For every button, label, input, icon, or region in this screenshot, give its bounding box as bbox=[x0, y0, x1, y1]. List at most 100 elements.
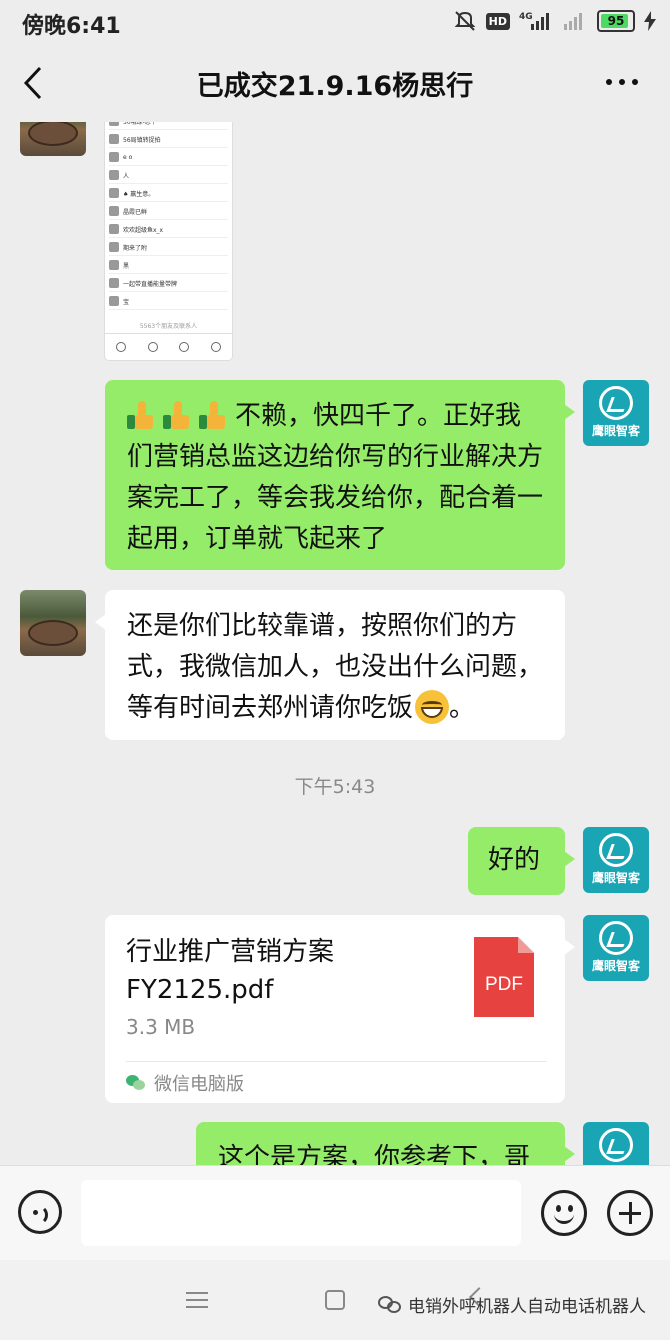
thumbnail-avatar-icon bbox=[109, 242, 119, 252]
image-thumbnail-row-text: 黑 bbox=[123, 262, 130, 270]
thumbnail-avatar-icon bbox=[109, 188, 119, 198]
image-thumbnail-row: 黑 bbox=[109, 257, 228, 274]
image-thumbnail-row: 宝 bbox=[109, 293, 228, 310]
message-input[interactable] bbox=[81, 1180, 521, 1246]
file-name: 行业推广营销方案FY2125.pdf bbox=[126, 937, 335, 1005]
image-thumbnail-row-text: 50哦球-忠平 bbox=[123, 122, 157, 126]
image-thumbnail-row-text: 期来了附 bbox=[123, 244, 148, 252]
image-thumbnail-row-text: 56局镇转捉拍 bbox=[123, 136, 161, 144]
status-time: 傍晚6:41 bbox=[22, 14, 121, 39]
contact-avatar[interactable] bbox=[20, 590, 86, 656]
emoji-button[interactable] bbox=[541, 1190, 587, 1236]
svg-text:4G: 4G bbox=[519, 12, 533, 22]
thumbs-up-icon bbox=[199, 401, 225, 429]
message-bubble-sent[interactable]: 这个是方案，你参考下，哥 bbox=[196, 1122, 575, 1165]
image-thumbnail-row: e o bbox=[109, 149, 228, 166]
image-thumbnail-footer: 5563个朋友及联系人 bbox=[139, 323, 198, 330]
chat-title: 已成交21.9.16杨思行 bbox=[196, 71, 474, 102]
hd-icon: HD bbox=[485, 12, 510, 30]
image-thumbnail-row: 50哦球-忠平 bbox=[109, 122, 228, 130]
message-text-suffix: 。 bbox=[449, 693, 476, 723]
more-functions-button[interactable] bbox=[607, 1190, 653, 1236]
thumbnail-avatar-icon bbox=[109, 122, 119, 126]
image-thumbnail-row: 一起带直播能量带牌 bbox=[109, 275, 228, 292]
message-input-bar bbox=[0, 1165, 670, 1260]
charging-icon bbox=[644, 11, 656, 31]
image-thumbnail-row-text: e o bbox=[123, 153, 133, 161]
my-avatar[interactable]: 鹰眼智客 bbox=[583, 915, 649, 981]
more-dot-icon bbox=[606, 79, 612, 85]
image-thumbnail-nav bbox=[105, 333, 232, 360]
signal-icon: 4G bbox=[519, 12, 549, 30]
message-text: 不赖，快四千了。正好我们营销总监这边给你写的行业解决方案完工了，等会我发给你，配… bbox=[127, 401, 544, 554]
grin-icon bbox=[415, 690, 450, 724]
voice-input-button[interactable] bbox=[18, 1190, 62, 1234]
message-text: 这个是方案，你参考下，哥 bbox=[218, 1143, 531, 1165]
status-icons: HD 4G 95 bbox=[453, 8, 656, 34]
more-options-button[interactable] bbox=[602, 72, 642, 92]
thumbnail-avatar-icon bbox=[109, 278, 119, 288]
eagle-logo-icon bbox=[599, 921, 633, 955]
thumbs-up-icon bbox=[163, 401, 189, 429]
message-bubble-sent[interactable]: 不赖，快四千了。正好我们营销总监这边给你写的行业解决方案完工了，等会我发给你，配… bbox=[105, 380, 575, 570]
pdf-file-icon: PDF bbox=[474, 937, 534, 1017]
pdf-label: PDF bbox=[485, 974, 523, 995]
file-source-label: 微信电脑版 bbox=[154, 1074, 244, 1095]
divider bbox=[126, 1061, 547, 1062]
image-thumbnail-row: 56局镇转捉拍 bbox=[109, 131, 228, 148]
watermark: 电销外呼机器人自动电话机器人 bbox=[378, 1292, 646, 1317]
wechat-official-icon bbox=[378, 1295, 402, 1314]
image-thumbnail-row: ♠ 赢生意。 bbox=[109, 185, 228, 202]
image-thumbnail-row-text: ♠ 赢生意。 bbox=[123, 190, 155, 198]
wechat-icon bbox=[126, 1075, 146, 1091]
my-avatar[interactable]: 鹰眼智客 bbox=[583, 827, 649, 893]
battery-icon: 95 bbox=[597, 10, 635, 32]
image-thumbnail-row-text: 人 bbox=[123, 172, 130, 180]
image-thumbnail-row-text: 宝 bbox=[123, 298, 130, 306]
thumbnail-avatar-icon bbox=[109, 260, 119, 270]
more-dot-icon bbox=[632, 79, 638, 85]
home-icon[interactable] bbox=[325, 1290, 345, 1310]
thumbnail-avatar-icon bbox=[109, 152, 119, 162]
image-thumbnail-row: 欢欢超级鱼x_x bbox=[109, 221, 228, 238]
file-size: 3.3 MB bbox=[126, 1015, 196, 1039]
menu-icon[interactable] bbox=[186, 1292, 208, 1308]
avatar-logo-text: 鹰眼智客 bbox=[591, 959, 640, 973]
eagle-logo-icon bbox=[599, 1128, 633, 1162]
avatar-logo-text: 鹰眼智客 bbox=[591, 871, 640, 885]
battery-level: 95 bbox=[607, 14, 625, 28]
thumbnail-avatar-icon bbox=[109, 206, 119, 216]
image-thumbnail-contacts-list: 50哦球-忠平 56局镇转捉拍 e o 人 ♠ 赢生意。 晶霞已鲜欢欢超级鱼x_x 期来了附… bbox=[105, 122, 232, 310]
message-bubble-received[interactable]: 还是你们比较靠谱，按照你们的方式，我微信加人，也没出什么问题，等有时间去郑州请你… bbox=[95, 590, 565, 740]
my-avatar[interactable]: 鹰眼智客 bbox=[583, 1122, 649, 1165]
eagle-logo-icon bbox=[599, 386, 633, 420]
thumbs-up-icon bbox=[127, 401, 153, 429]
title-bar: 已成交21.9.16杨思行 bbox=[0, 42, 670, 122]
mute-icon bbox=[454, 11, 476, 31]
signal-weak-icon bbox=[564, 13, 582, 30]
watermark-text: 电销外呼机器人自动电话机器人 bbox=[408, 1297, 646, 1317]
thumbnail-avatar-icon bbox=[109, 170, 119, 180]
image-message[interactable]: 50哦球-忠平 56局镇转捉拍 e o 人 ♠ 赢生意。 晶霞已鲜欢欢超级鱼x_x 期来了附… bbox=[105, 122, 232, 360]
my-avatar[interactable]: 鹰眼智客 bbox=[583, 380, 649, 446]
contact-avatar[interactable] bbox=[20, 122, 86, 156]
message-text: 好的 bbox=[488, 845, 541, 875]
image-thumbnail-row: 晶霞已鲜 bbox=[109, 203, 228, 220]
image-thumbnail-row-text: 一起带直播能量带牌 bbox=[123, 280, 178, 288]
file-message[interactable]: 行业推广营销方案FY2125.pdf 3.3 MB PDF 微信电脑版 bbox=[105, 915, 575, 1103]
thumbnail-avatar-icon bbox=[109, 134, 119, 144]
avatar-logo-text: 鹰眼智客 bbox=[591, 424, 640, 438]
image-thumbnail-row: 期来了附 bbox=[109, 239, 228, 256]
image-thumbnail-row-text: 晶霞已鲜 bbox=[123, 208, 148, 216]
thumbnail-avatar-icon bbox=[109, 224, 119, 234]
message-text: 还是你们比较靠谱，按照你们的方式，我微信加人，也没出什么问题，等有时间去郑州请你… bbox=[127, 611, 544, 723]
eagle-logo-icon bbox=[599, 833, 633, 867]
image-thumbnail-row: 人 bbox=[109, 167, 228, 184]
message-bubble-sent[interactable]: 好的 bbox=[468, 827, 575, 895]
thumbnail-avatar-icon bbox=[109, 296, 119, 306]
image-thumbnail-row-text: 欢欢超级鱼x_x bbox=[123, 226, 164, 234]
chat-message-list[interactable]: 50哦球-忠平 56局镇转捉拍 e o 人 ♠ 赢生意。 晶霞已鲜欢欢超级鱼x_x 期来了附… bbox=[0, 122, 670, 1165]
status-bar: 傍晚6:41 HD 4G 95 bbox=[0, 0, 670, 42]
file-source: 微信电脑版 bbox=[126, 1070, 244, 1096]
message-timestamp: 下午5:43 bbox=[294, 776, 376, 798]
